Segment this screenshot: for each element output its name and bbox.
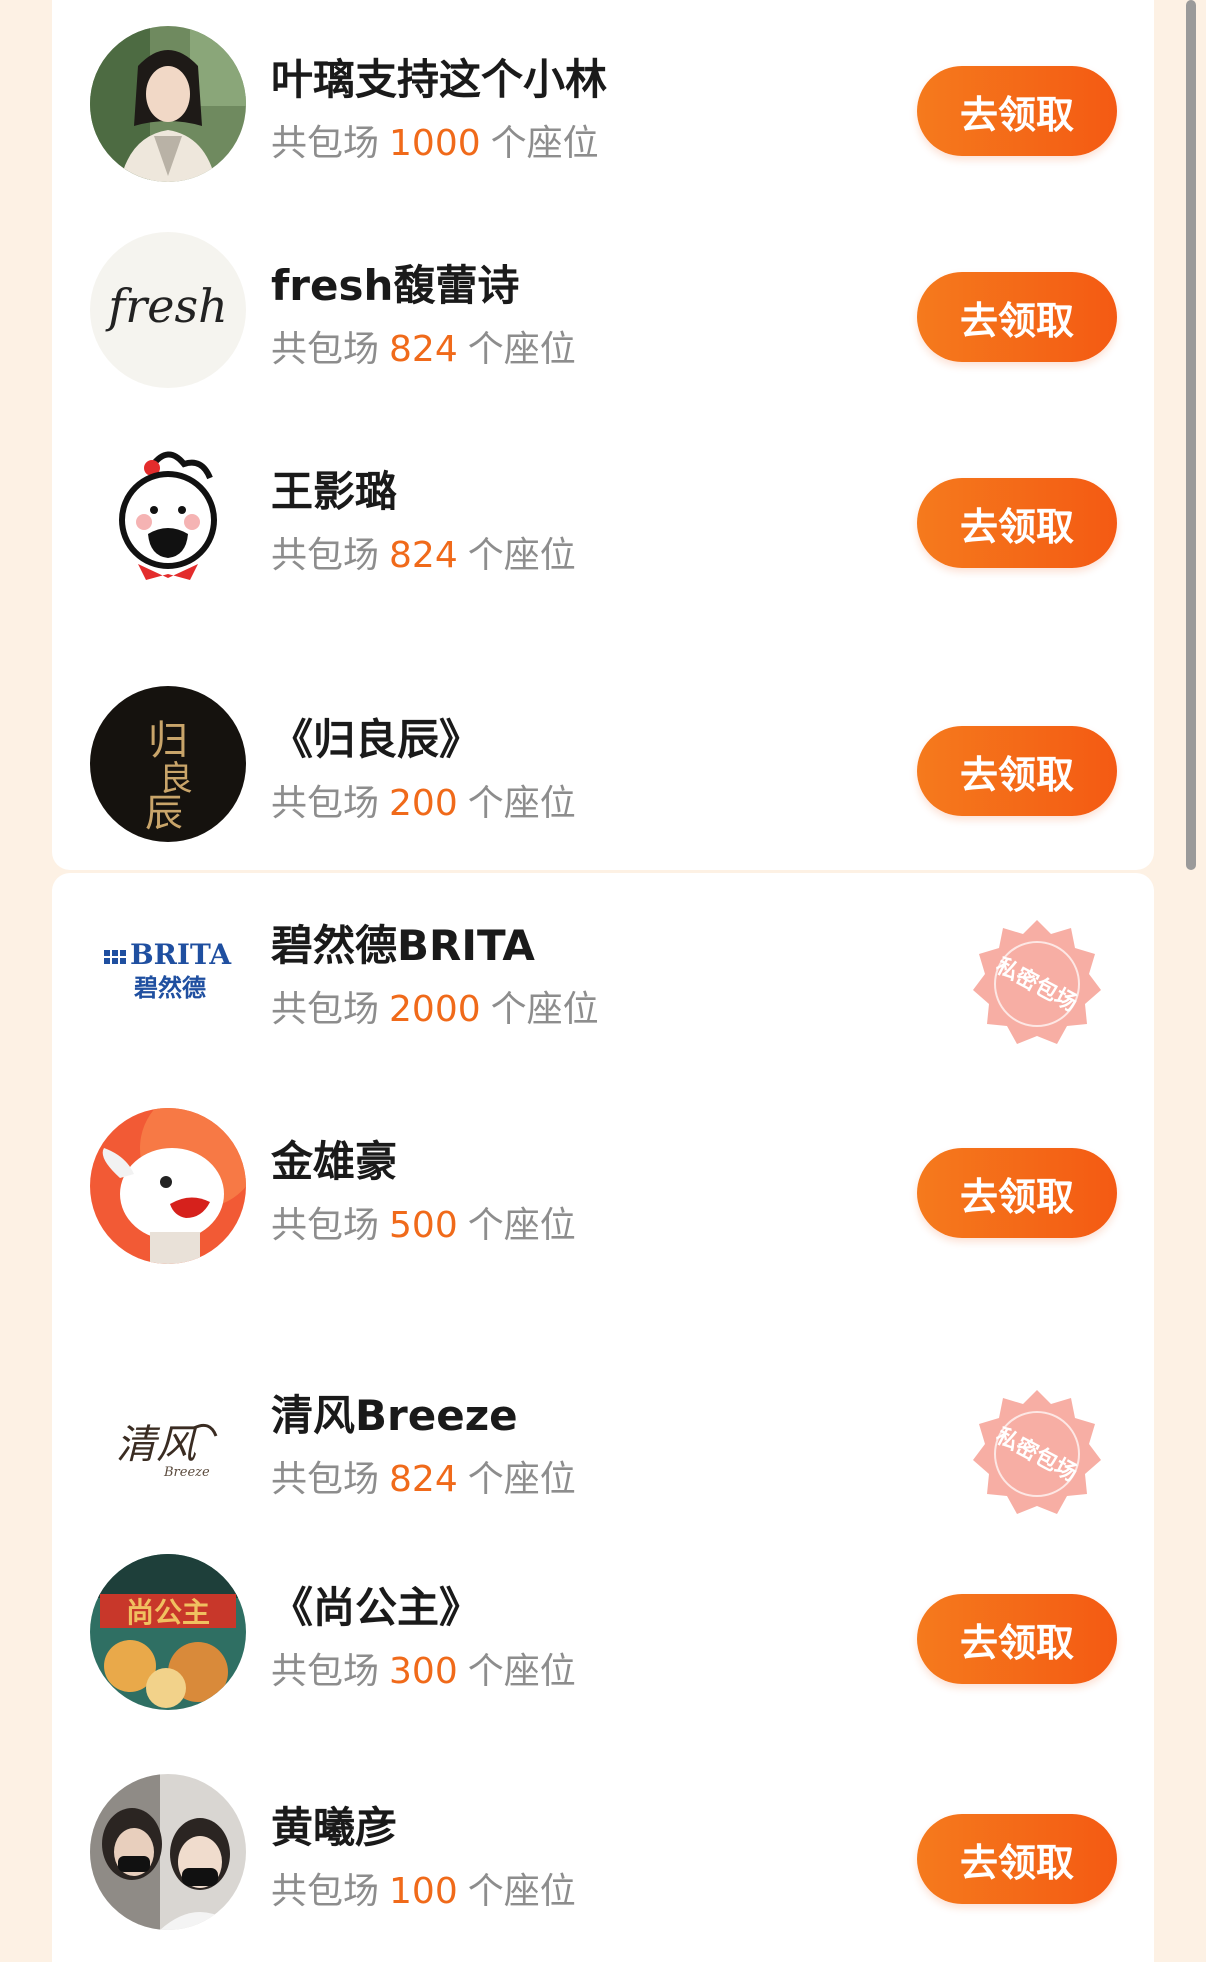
scrollbar[interactable] [1186,0,1196,870]
seat-number: 500 [389,1205,458,1246]
seat-count-text: 共包场 200 个座位 [271,774,576,826]
seat-suffix: 个座位 [490,123,599,164]
item-name: 清风Breeze [271,1391,518,1440]
seat-number: 824 [389,1459,458,1500]
item-name: fresh馥蕾诗 [271,261,520,310]
claim-button[interactable]: 去领取 [917,478,1117,568]
seat-suffix: 个座位 [467,1651,576,1692]
seat-number: 1000 [389,123,481,164]
avatar [90,438,246,594]
seat-prefix: 共包场 [271,329,380,370]
private-booking-stamp: 私密包场 [967,1384,1107,1524]
seat-count-text: 共包场 824 个座位 [271,1450,576,1502]
seat-number: 2000 [389,989,481,1030]
seat-count-text: 共包场 500 个座位 [271,1196,576,1248]
item-name: 碧然德BRITA [271,921,535,970]
svg-text:归: 归 [148,718,188,764]
claim-button[interactable]: 去领取 [917,1594,1117,1684]
item-name: 金雄豪 [271,1137,398,1186]
avatar: 归 良 辰 [90,686,246,842]
seat-count-text: 共包场 100 个座位 [271,1862,576,1914]
seat-prefix: 共包场 [271,535,380,576]
seat-prefix: 共包场 [271,1651,380,1692]
list-item: 黄曦彦 共包场 100 个座位 去领取 [52,1774,1154,1930]
avatar [90,26,246,182]
item-name: 黄曦彦 [271,1803,398,1852]
private-booking-stamp: 私密包场 [967,914,1107,1054]
claim-button[interactable]: 去领取 [917,272,1117,362]
list-item: fresh fresh馥蕾诗 共包场 824 个座位 去领取 [52,232,1154,388]
seat-suffix: 个座位 [490,989,599,1030]
claim-button[interactable]: 去领取 [917,66,1117,156]
item-name: 《归良辰》 [271,715,482,764]
avatar: 尚公主 [90,1554,246,1710]
seat-count-text: 共包场 2000 个座位 [271,980,599,1032]
seat-suffix: 个座位 [467,329,576,370]
seat-number: 300 [389,1651,458,1692]
svg-text:清风: 清风 [116,1422,198,1468]
avatar: fresh [90,232,246,388]
item-name: 《尚公主》 [271,1583,482,1632]
claim-button[interactable]: 去领取 [917,1148,1117,1238]
seat-prefix: 共包场 [271,1205,380,1246]
list-item: 清风 Breeze 清风Breeze 共包场 824 个座位 私密包场 [52,1362,1154,1518]
seat-count-text: 共包场 824 个座位 [271,320,576,372]
seat-prefix: 共包场 [271,1459,380,1500]
seat-number: 824 [389,535,458,576]
list-item: BRITA 碧然德 碧然德BRITA 共包场 2000 个座位 私密包场 [52,892,1154,1048]
svg-text:尚公主: 尚公主 [126,1596,210,1629]
seat-prefix: 共包场 [271,783,380,824]
item-name: 王影璐 [271,467,398,516]
list-item: 叶璃支持这个小林 共包场 1000 个座位 去领取 [52,26,1154,182]
seat-suffix: 个座位 [467,783,576,824]
seat-count-text: 共包场 824 个座位 [271,526,576,578]
avatar [90,1108,246,1264]
seat-suffix: 个座位 [467,1205,576,1246]
svg-text:BRITA: BRITA [130,938,232,971]
seat-suffix: 个座位 [467,535,576,576]
list-item: 尚公主 《尚公主》 共包场 300 个座位 去领取 [52,1554,1154,1710]
svg-text:辰: 辰 [145,791,183,835]
seat-suffix: 个座位 [467,1459,576,1500]
avatar: 清风 Breeze [90,1362,246,1518]
seat-prefix: 共包场 [271,989,380,1030]
claim-button[interactable]: 去领取 [917,726,1117,816]
seat-number: 200 [389,783,458,824]
seat-prefix: 共包场 [271,1871,380,1912]
list-item: 王影璐 共包场 824 个座位 去领取 [52,438,1154,594]
list-item: 归 良 辰 《归良辰》 共包场 200 个座位 去领取 [52,686,1154,842]
list-item: 金雄豪 共包场 500 个座位 去领取 [52,1108,1154,1264]
seat-count-text: 共包场 300 个座位 [271,1642,576,1694]
item-name: 叶璃支持这个小林 [271,55,608,104]
claim-button[interactable]: 去领取 [917,1814,1117,1904]
seat-number: 100 [389,1871,458,1912]
svg-text:碧然德: 碧然德 [133,974,206,1002]
seat-suffix: 个座位 [467,1871,576,1912]
seat-prefix: 共包场 [271,123,380,164]
svg-text:fresh: fresh [105,279,227,333]
seat-number: 824 [389,329,458,370]
avatar: BRITA 碧然德 [90,892,246,1048]
svg-text:Breeze: Breeze [163,1465,210,1480]
avatar [90,1774,246,1930]
seat-count-text: 共包场 1000 个座位 [271,114,599,166]
